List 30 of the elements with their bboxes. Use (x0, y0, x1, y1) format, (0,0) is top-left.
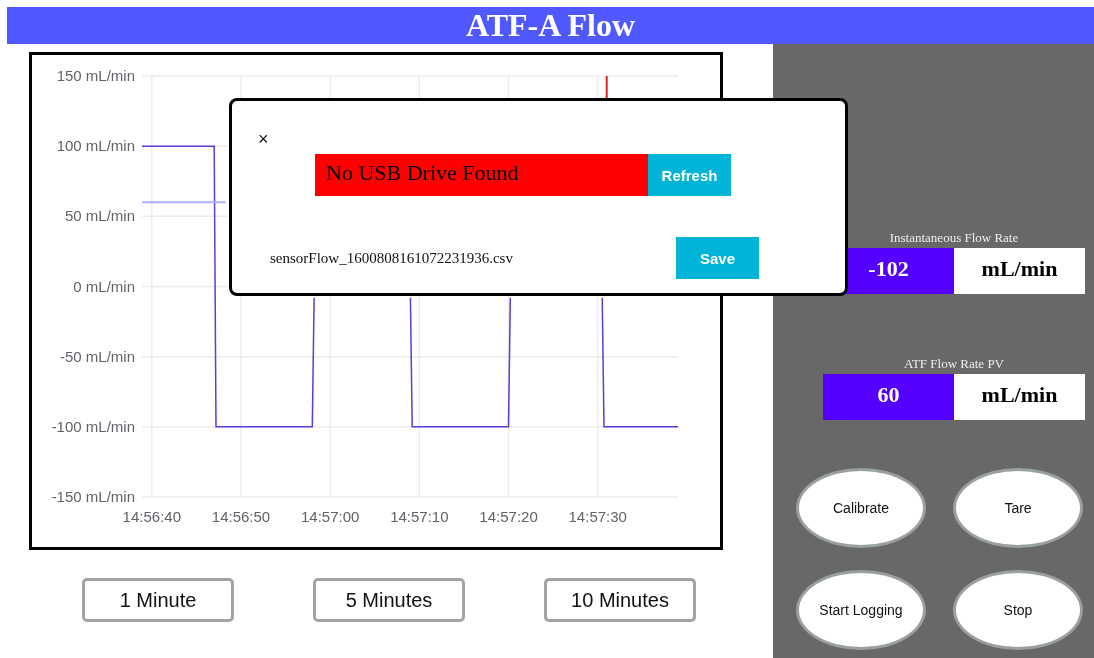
y-tick-label: 100 mL/min (56, 137, 135, 155)
file-name: sensorFlow_1600808161072231936.csv (270, 249, 513, 267)
readout-label: ATF Flow Rate PV (903, 356, 1004, 372)
y-tick-label: -100 mL/min (51, 417, 135, 435)
x-tick-label: 14:57:30 (568, 508, 627, 525)
time-range-button[interactable]: 5 Minutes (313, 578, 465, 622)
usb-status: No USB Drive Found (315, 154, 648, 196)
action-button[interactable]: Start Logging (796, 570, 926, 650)
y-tick-label: 150 mL/min (56, 67, 135, 84)
readout-value: 60 (823, 374, 954, 420)
action-button[interactable]: Calibrate (796, 468, 926, 548)
time-range-button[interactable]: 10 Minutes (544, 578, 696, 622)
x-tick-label: 14:56:40 (122, 508, 181, 525)
action-button[interactable]: Tare (953, 468, 1083, 548)
x-tick-label: 14:56:50 (211, 508, 271, 525)
x-tick-label: 14:57:20 (479, 508, 538, 525)
readout-label: Instantaneous Flow Rate (889, 230, 1019, 246)
close-button[interactable]: × (258, 129, 269, 150)
page-title: ATF-A Flow (465, 7, 636, 44)
y-tick-label: 0 mL/min (73, 277, 135, 295)
y-tick-label: 50 mL/min (64, 207, 135, 225)
y-tick-label: -150 mL/min (51, 488, 135, 505)
readout-unit: mL/min (954, 248, 1085, 294)
x-tick-label: 14:57:00 (301, 508, 360, 525)
readout-unit: mL/min (954, 374, 1085, 420)
marker-line (605, 75, 608, 100)
time-range-button[interactable]: 1 Minute (82, 578, 234, 622)
y-tick-label: -50 mL/min (59, 347, 135, 365)
x-tick-label: 14:57:10 (390, 508, 449, 525)
action-button[interactable]: Stop (953, 570, 1083, 650)
